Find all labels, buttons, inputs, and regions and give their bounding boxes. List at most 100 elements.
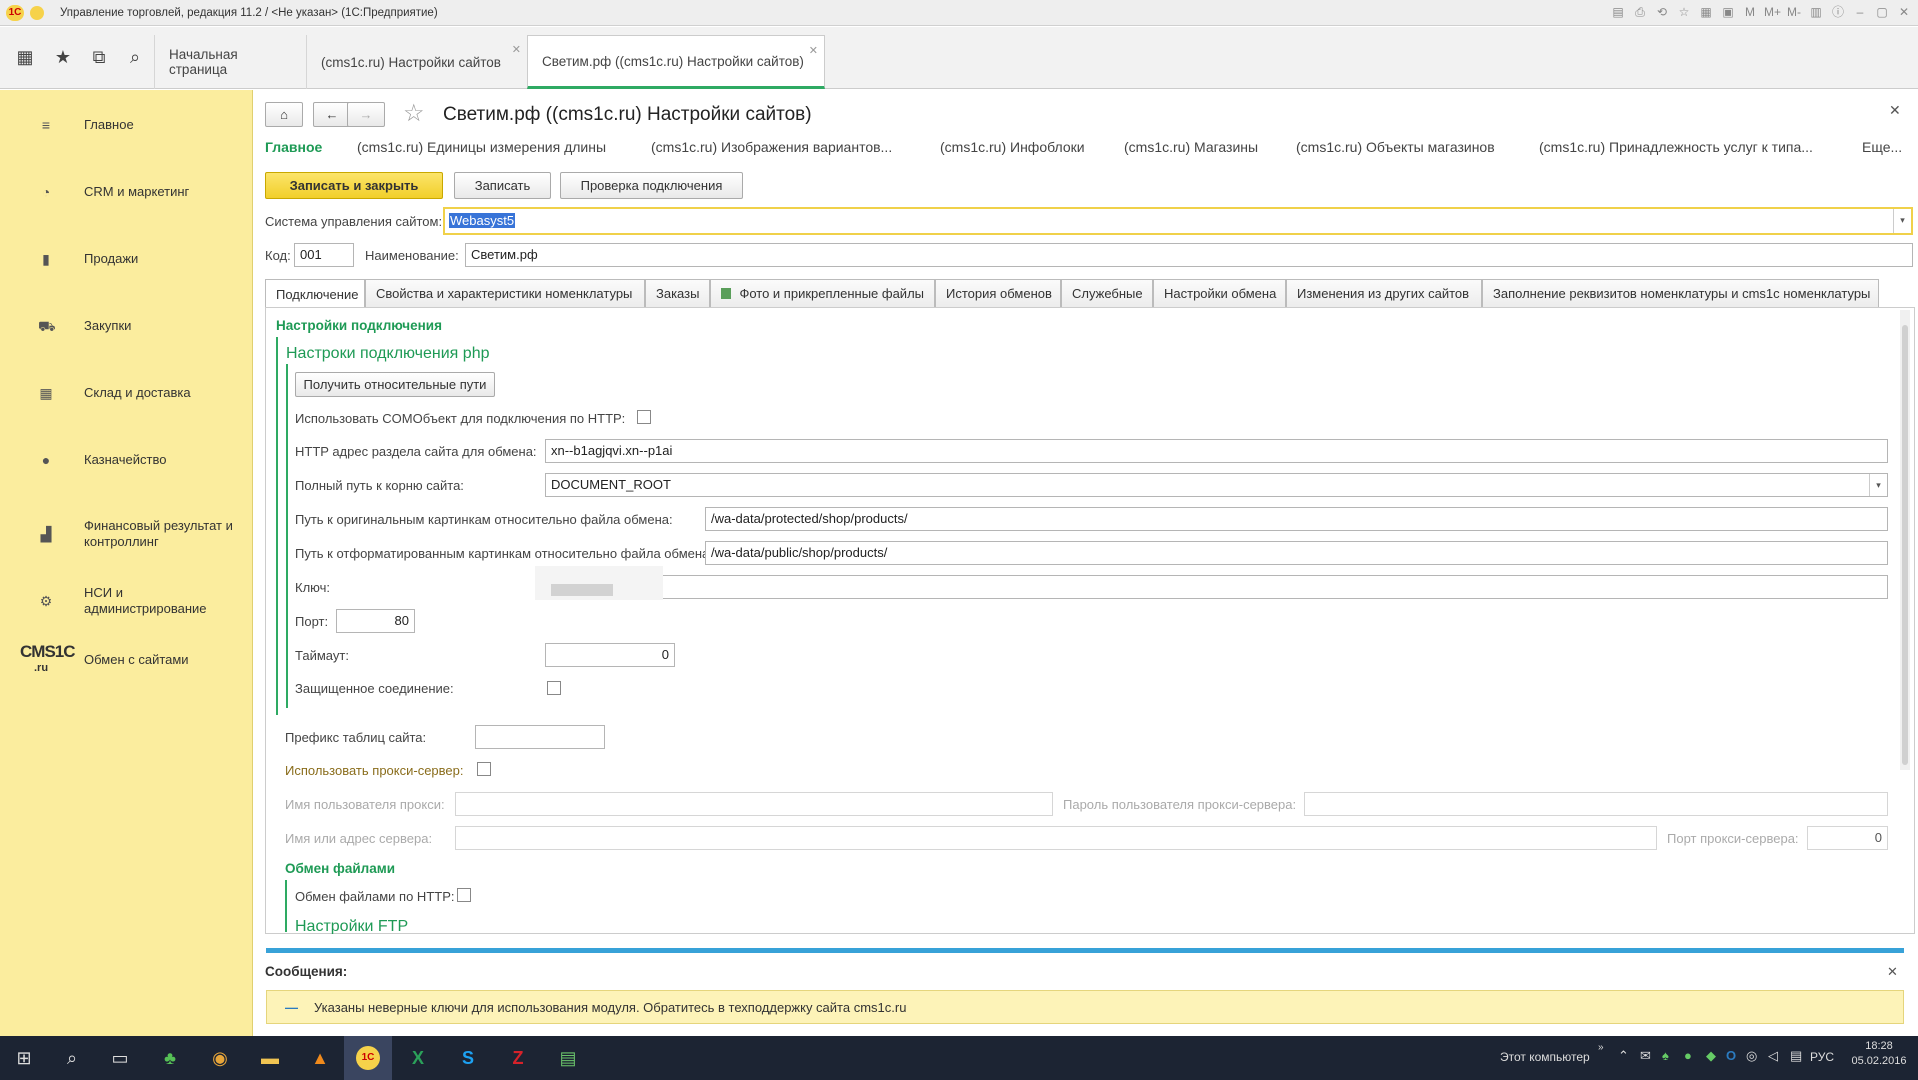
original-images-field[interactable]: /wa-data/protected/shop/products/ xyxy=(705,507,1888,531)
chevron-right-icon[interactable]: » xyxy=(1598,1042,1604,1053)
key-field[interactable] xyxy=(545,575,1888,599)
tab-orders[interactable]: Заказы xyxy=(645,279,710,307)
root-path-select[interactable]: DOCUMENT_ROOT ▾ xyxy=(545,473,1888,497)
proxy-port-field[interactable]: 0 xyxy=(1807,826,1888,850)
proxy-host-field[interactable] xyxy=(455,826,1657,850)
sidebar-item-purchases[interactable]: ⛟ Закупки xyxy=(0,318,253,334)
chrome-icon[interactable]: ◉ xyxy=(196,1036,244,1080)
maximize-icon[interactable]: ▢ xyxy=(1874,4,1890,20)
memory-minus-icon[interactable]: M- xyxy=(1786,4,1802,20)
port-field[interactable]: 80 xyxy=(336,609,415,633)
language-indicator[interactable]: РУС xyxy=(1810,1050,1834,1064)
tray-app-icon[interactable]: ♠ xyxy=(1662,1048,1669,1063)
tab-exchange-settings[interactable]: Настройки обмена xyxy=(1153,279,1286,307)
sidebar-item-finance[interactable]: ▟ Финансовый результат и контроллинг xyxy=(0,518,253,550)
tab-site-settings[interactable]: (cms1c.ru) Настройки сайтов ✕ xyxy=(306,35,527,89)
nav-link-shop-objects[interactable]: (cms1c.ru) Объекты магазинов xyxy=(1296,139,1495,155)
home-button[interactable]: ⌂ xyxy=(265,102,303,127)
close-tab-icon[interactable]: ✕ xyxy=(809,44,818,57)
filezilla-icon[interactable]: Z xyxy=(494,1036,542,1080)
back-button[interactable]: ← xyxy=(313,102,351,127)
app-green-icon[interactable]: ♣ xyxy=(146,1036,194,1080)
com-object-checkbox[interactable] xyxy=(637,410,651,424)
nav-link-main[interactable]: Главное xyxy=(265,139,322,155)
favorite-star-icon[interactable]: ☆ xyxy=(403,100,425,128)
save-button[interactable]: Записать xyxy=(454,172,551,199)
proxy-password-field[interactable] xyxy=(1304,792,1888,816)
scrollbar[interactable] xyxy=(1900,310,1910,770)
volume-icon[interactable]: ◁ xyxy=(1768,1048,1778,1064)
memory-m-icon[interactable]: M xyxy=(1742,4,1758,20)
excel-icon[interactable]: X xyxy=(394,1036,442,1080)
tab-photos[interactable]: Фото и прикрепленные файлы xyxy=(710,279,935,307)
table-prefix-field[interactable] xyxy=(475,725,605,749)
tab-properties[interactable]: Свойства и характеристики номенклатуры xyxy=(365,279,645,307)
mail-icon[interactable]: ✉ xyxy=(1640,1048,1651,1064)
sidebar-item-treasury[interactable]: ● Казначейство xyxy=(0,452,253,468)
task-view-icon[interactable]: ▭ xyxy=(96,1036,144,1080)
check-connection-button[interactable]: Проверка подключения xyxy=(560,172,743,199)
close-window-icon[interactable]: ✕ xyxy=(1896,4,1912,20)
close-tab-icon[interactable]: ✕ xyxy=(512,43,521,56)
get-relative-paths-button[interactable]: Получить относительные пути xyxy=(295,372,495,397)
history-icon[interactable]: ⧉ xyxy=(80,27,118,88)
search-icon[interactable]: ⌕ xyxy=(116,27,154,88)
sidebar-item-site-exchange[interactable]: CMS1C .ru Обмен с сайтами xyxy=(0,640,253,680)
tab-fill-requisites[interactable]: Заполнение реквизитов номенклатуры и cms… xyxy=(1482,279,1879,307)
tray-app-icon[interactable]: ◆ xyxy=(1706,1048,1716,1064)
use-proxy-checkbox[interactable] xyxy=(477,762,491,776)
proxy-user-field[interactable] xyxy=(455,792,1053,816)
sidebar-item-warehouse[interactable]: ▦ Склад и доставка xyxy=(0,385,253,401)
http-address-field[interactable]: xn--b1agjqvi.xn--p1ai xyxy=(545,439,1888,463)
memory-plus-icon[interactable]: M+ xyxy=(1764,4,1781,20)
name-field[interactable]: Светим.рф xyxy=(465,243,1913,267)
formatted-images-field[interactable]: /wa-data/public/shop/products/ xyxy=(705,541,1888,565)
chevron-down-icon[interactable]: ▾ xyxy=(1869,474,1887,496)
skype-icon[interactable]: S xyxy=(444,1036,492,1080)
file-explorer-icon[interactable]: ▬ xyxy=(246,1036,294,1080)
windows-start-icon[interactable]: ⊞ xyxy=(0,1036,48,1080)
nav-link-variant-images[interactable]: (cms1c.ru) Изображения вариантов... xyxy=(651,139,892,155)
scrollbar-thumb[interactable] xyxy=(1902,325,1908,765)
nav-link-infoblocks[interactable]: (cms1c.ru) Инфоблоки xyxy=(940,139,1085,155)
file-exchange-http-checkbox[interactable] xyxy=(457,888,471,902)
tray-app-icon[interactable]: ● xyxy=(1684,1048,1692,1063)
nav-link-shops[interactable]: (cms1c.ru) Магазины xyxy=(1124,139,1258,155)
more-link[interactable]: Еще... xyxy=(1862,139,1902,155)
tab-connection[interactable]: Подключение xyxy=(265,279,365,308)
this-computer-label[interactable]: Этот компьютер xyxy=(1500,1050,1590,1064)
info-icon[interactable]: ⓘ xyxy=(1830,4,1846,20)
sidebar-item-sales[interactable]: ▮ Продажи xyxy=(0,251,253,267)
tab-home[interactable]: Начальная страница xyxy=(154,35,306,89)
close-form-icon[interactable]: ✕ xyxy=(1889,102,1901,119)
star-icon[interactable]: ★ xyxy=(44,27,82,88)
secure-connection-checkbox[interactable] xyxy=(547,681,561,695)
notifications-icon[interactable]: ▤ xyxy=(1790,1048,1802,1064)
outlook-icon[interactable]: O xyxy=(1726,1048,1736,1063)
vlc-icon[interactable]: ▲ xyxy=(296,1036,344,1080)
save-and-close-button[interactable]: Записать и закрыть xyxy=(265,172,443,199)
code-field[interactable]: 001 xyxy=(294,243,354,267)
nav-link-service-types[interactable]: (cms1c.ru) Принадлежность услуг к типа..… xyxy=(1539,139,1813,155)
save-icon[interactable]: ▤ xyxy=(1610,4,1626,20)
minimize-icon[interactable]: – xyxy=(1852,4,1868,20)
forward-button[interactable]: → xyxy=(347,102,385,127)
clock[interactable]: 18:28 05.02.2016 xyxy=(1848,1040,1910,1067)
timeout-field[interactable]: 0 xyxy=(545,643,675,667)
tab-service[interactable]: Служебные xyxy=(1061,279,1153,307)
panels-icon[interactable]: ▥ xyxy=(1808,4,1824,20)
chevron-down-icon[interactable]: ▾ xyxy=(1893,209,1911,233)
spreadsheet-icon[interactable]: ▤ xyxy=(544,1036,592,1080)
tray-up-icon[interactable]: ⌃ xyxy=(1618,1048,1629,1064)
search-icon[interactable]: ⌕ xyxy=(48,1036,96,1080)
calculator-icon[interactable]: ▦ xyxy=(1698,4,1714,20)
tab-svetim[interactable]: Светим.рф ((cms1c.ru) Настройки сайтов) … xyxy=(527,35,825,89)
close-messages-icon[interactable]: ✕ xyxy=(1887,964,1898,980)
print-icon[interactable]: ⎙ xyxy=(1632,4,1648,20)
sidebar-item-crm[interactable]: ◔ CRM и маркетинг xyxy=(0,184,253,200)
sidebar-item-admin[interactable]: ⚙ НСИ и администрирование xyxy=(0,585,253,617)
tab-other-site-changes[interactable]: Изменения из других сайтов xyxy=(1286,279,1482,307)
calendar-icon[interactable]: ▣ xyxy=(1720,4,1736,20)
apps-grid-icon[interactable]: ▦ xyxy=(6,27,44,88)
1c-enterprise-icon[interactable]: 1С xyxy=(344,1036,392,1080)
